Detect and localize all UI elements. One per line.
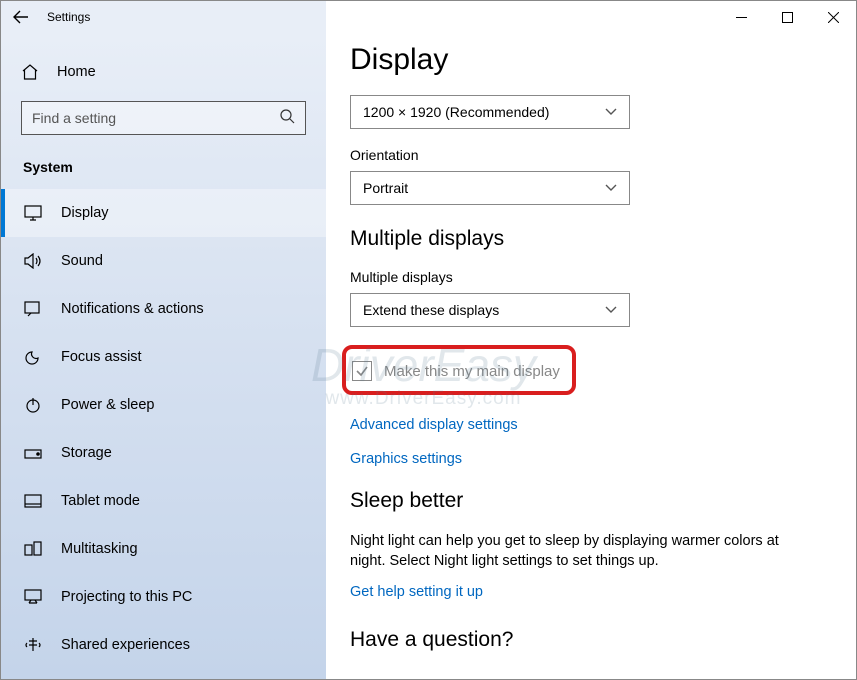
sidebar-item-tablet[interactable]: Tablet mode bbox=[1, 477, 326, 525]
chevron-down-icon bbox=[605, 103, 617, 121]
chevron-down-icon bbox=[605, 301, 617, 319]
sound-icon bbox=[23, 253, 43, 269]
sidebar-item-storage[interactable]: Storage bbox=[1, 429, 326, 477]
tablet-icon bbox=[23, 493, 43, 509]
sidebar-item-sound[interactable]: Sound bbox=[1, 237, 326, 285]
category-header: System bbox=[1, 159, 326, 189]
titlebar: Settings bbox=[1, 1, 856, 33]
multiple-displays-select[interactable]: Extend these displays bbox=[350, 293, 630, 327]
power-icon bbox=[23, 396, 43, 414]
orientation-value: Portrait bbox=[363, 180, 408, 196]
sidebar-item-label: Shared experiences bbox=[61, 637, 190, 653]
multiple-displays-label: Multiple displays bbox=[350, 269, 816, 285]
question-heading: Have a question? bbox=[350, 628, 816, 652]
resolution-value: 1200 × 1920 (Recommended) bbox=[363, 104, 549, 120]
window-title: Settings bbox=[47, 10, 90, 24]
multiple-displays-value: Extend these displays bbox=[363, 302, 499, 318]
chevron-down-icon bbox=[605, 179, 617, 197]
sidebar-item-label: Multitasking bbox=[61, 541, 138, 557]
sidebar-item-focus[interactable]: Focus assist bbox=[1, 333, 326, 381]
main-display-label: Make this my main display bbox=[384, 363, 560, 380]
sleep-description: Night light can help you get to sleep by… bbox=[350, 531, 816, 572]
focus-icon bbox=[23, 348, 43, 366]
sidebar-item-shared[interactable]: Shared experiences bbox=[1, 621, 326, 669]
main-display-checkbox[interactable]: Make this my main display bbox=[352, 355, 560, 387]
main-content: Display 1200 × 1920 (Recommended) Orient… bbox=[326, 33, 856, 679]
search-input[interactable] bbox=[32, 110, 279, 126]
sidebar-item-label: Projecting to this PC bbox=[61, 589, 192, 605]
arrow-left-icon bbox=[13, 9, 29, 25]
sidebar-item-label: Notifications & actions bbox=[61, 301, 204, 317]
sleep-better-heading: Sleep better bbox=[350, 489, 816, 513]
storage-icon bbox=[23, 445, 43, 461]
minimize-button[interactable] bbox=[718, 1, 764, 33]
home-icon bbox=[21, 63, 41, 81]
window-controls bbox=[718, 1, 856, 33]
page-title: Display bbox=[350, 43, 816, 77]
sidebar: Home System Display Sound Notifications … bbox=[1, 33, 326, 679]
multiple-displays-heading: Multiple displays bbox=[350, 227, 816, 251]
maximize-icon bbox=[782, 12, 793, 23]
home-nav[interactable]: Home bbox=[1, 53, 326, 91]
back-button[interactable] bbox=[1, 1, 41, 33]
sidebar-item-multitasking[interactable]: Multitasking bbox=[1, 525, 326, 573]
maximize-button[interactable] bbox=[764, 1, 810, 33]
notifications-icon bbox=[23, 301, 43, 317]
resolution-select[interactable]: 1200 × 1920 (Recommended) bbox=[350, 95, 630, 129]
sidebar-item-projecting[interactable]: Projecting to this PC bbox=[1, 573, 326, 621]
close-icon bbox=[828, 12, 839, 23]
graphics-settings-link[interactable]: Graphics settings bbox=[350, 451, 816, 467]
sidebar-item-power[interactable]: Power & sleep bbox=[1, 381, 326, 429]
close-button[interactable] bbox=[810, 1, 856, 33]
sleep-help-link[interactable]: Get help setting it up bbox=[350, 584, 816, 600]
sidebar-item-label: Tablet mode bbox=[61, 493, 140, 509]
sidebar-item-label: Focus assist bbox=[61, 349, 142, 365]
home-label: Home bbox=[57, 64, 96, 80]
sidebar-item-display[interactable]: Display bbox=[1, 189, 326, 237]
orientation-select[interactable]: Portrait bbox=[350, 171, 630, 205]
checkbox-icon bbox=[352, 361, 372, 381]
display-icon bbox=[23, 205, 43, 221]
highlight-annotation: Make this my main display bbox=[342, 345, 576, 395]
shared-icon bbox=[23, 637, 43, 653]
sidebar-item-notifications[interactable]: Notifications & actions bbox=[1, 285, 326, 333]
orientation-label: Orientation bbox=[350, 147, 816, 163]
advanced-display-link[interactable]: Advanced display settings bbox=[350, 417, 816, 433]
search-icon bbox=[279, 108, 295, 129]
projecting-icon bbox=[23, 589, 43, 605]
search-box[interactable] bbox=[21, 101, 306, 135]
minimize-icon bbox=[736, 12, 747, 23]
sidebar-item-label: Display bbox=[61, 205, 109, 221]
sidebar-item-label: Sound bbox=[61, 253, 103, 269]
sidebar-item-label: Storage bbox=[61, 445, 112, 461]
multitasking-icon bbox=[23, 541, 43, 557]
sidebar-item-label: Power & sleep bbox=[61, 397, 155, 413]
